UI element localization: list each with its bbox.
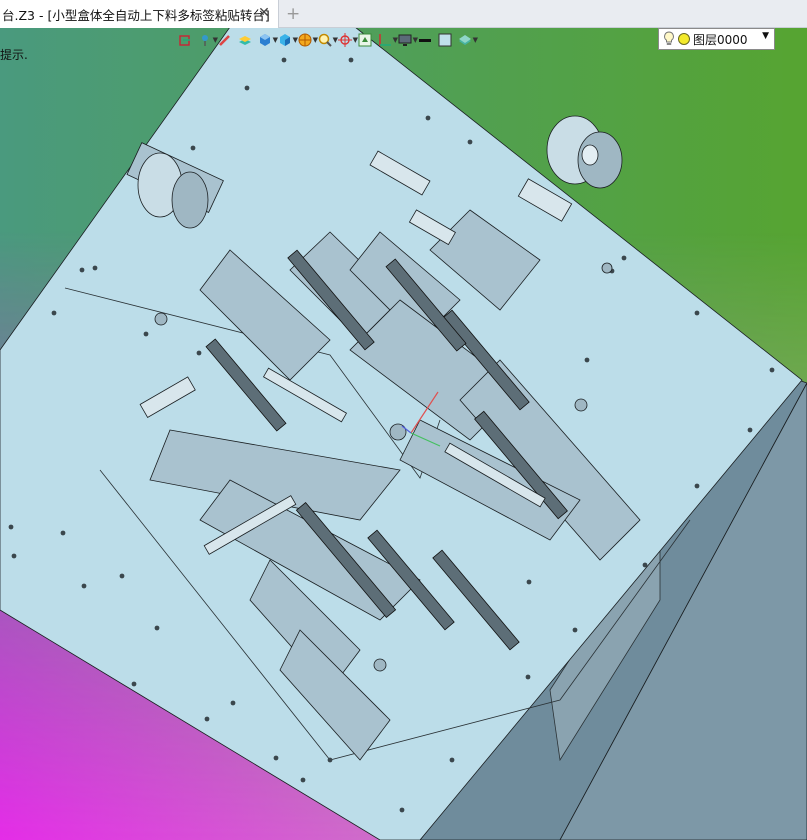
solid-box-icon[interactable]: ▼	[258, 32, 278, 46]
tab-title: 台.Z3 - [小型盒体全自动上下料多标签粘贴转台]	[2, 7, 270, 23]
tab-active-document[interactable]: 台.Z3 - [小型盒体全自动上下料多标签粘贴转台] ✕	[0, 0, 279, 28]
axis-icon[interactable]: ▼	[338, 32, 358, 47]
view-toolbar: ▼ ▼ ▼ ▼ ▼ ▼ ▼ ▼ ▼	[178, 29, 478, 49]
pin-dropdown-icon[interactable]: ▼	[198, 32, 218, 46]
layer-select[interactable]: 图层0000 ▼	[658, 28, 775, 50]
cad-viewport[interactable]	[0, 27, 807, 840]
monitor-icon[interactable]: ▼	[398, 32, 418, 46]
display-icon[interactable]: ▼	[458, 32, 478, 46]
bulb-icon[interactable]	[663, 31, 675, 47]
new-tab-button[interactable]: +	[286, 4, 300, 24]
prompt-hint: 提示.	[0, 48, 28, 62]
shaded-box-icon[interactable]: ▼	[278, 32, 298, 46]
zoom-icon[interactable]: ▼	[318, 32, 338, 47]
fill-color-icon[interactable]	[438, 32, 452, 47]
layers-icon[interactable]	[238, 32, 252, 46]
insert-icon[interactable]	[178, 32, 192, 46]
pencil-icon[interactable]	[218, 32, 232, 46]
document-tab-bar: 台.Z3 - [小型盒体全自动上下料多标签粘贴转台] ✕ +	[0, 0, 807, 28]
fit-icon[interactable]	[358, 32, 372, 47]
render-icon[interactable]: ▼	[298, 32, 318, 47]
close-icon[interactable]: ✕	[256, 5, 272, 21]
dimension-icon[interactable]: ▼	[378, 32, 398, 46]
chevron-down-icon[interactable]: ▼	[762, 31, 769, 41]
layer-name: 图层0000	[693, 32, 748, 47]
layer-color-icon[interactable]	[677, 32, 691, 46]
line-color-icon[interactable]	[418, 32, 432, 46]
